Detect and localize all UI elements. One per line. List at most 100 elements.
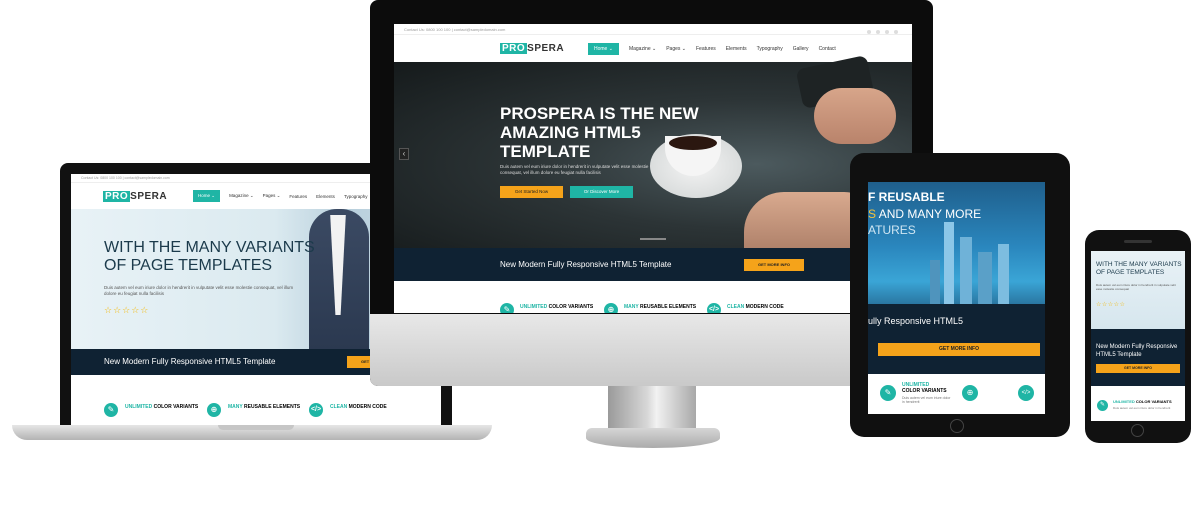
social-icon[interactable] [894,30,898,34]
feature-1-rest: COLOR VARIANTS [547,304,594,310]
logo-pro: PRO [103,191,131,202]
feature-3-accent: CLEAN [330,404,348,410]
feature-3-rest: MODERN CODE [744,304,784,310]
hero-title: WITH THE MANY VARIANTS OF PAGE TEMPLATES [104,239,315,274]
nav-elements[interactable]: Elements [316,194,335,199]
chevron-left-icon[interactable]: ‹ [399,148,409,160]
feature-2-accent: MANY [624,304,639,310]
discover-more-button[interactable]: Or Discover More [570,186,633,198]
features-row: ✎ UNLIMITED COLOR VARIANTS Duis autem ve… [1091,386,1185,421]
nav-typography[interactable]: Typography [757,46,783,52]
logo-spera: SPERA [130,191,168,202]
monitor-hero: ‹ PROSPERA IS THE NEW AMAZING HTML5 TEMP… [394,54,912,248]
top-contact-bar: Contact Us: 0800 100 100 | contact@sampl… [394,24,912,35]
crosshair-icon: ⊕ [962,385,978,401]
nav-pages-label: Pages [666,45,681,52]
nav-home-label: Home [594,45,608,52]
phone-home-button[interactable] [1131,424,1144,437]
tablet-hero: F REUSABLE S AND MANY MORE ATURES [868,182,1045,324]
feature-1-rest: COLOR VARIANTS [902,388,947,394]
get-more-info-button[interactable]: GET MORE INFO [878,343,1040,356]
nav-home[interactable]: Home ⌄ [588,42,619,55]
hero-title-line1: F REUSABLE [868,190,945,204]
nav-contact[interactable]: Contact [819,46,836,52]
nav-features[interactable]: Features [696,46,716,52]
crosshair-icon: ⊕ [604,303,618,313]
hero-title-rest: AND MANY MORE [876,207,982,221]
monitor-stand [608,386,696,434]
hero-title-line2: S AND MANY MORE [868,207,981,221]
nav-gallery[interactable]: Gallery [793,46,809,52]
get-more-info-button[interactable]: GET MORE INFO [744,259,804,271]
crosshair-icon: ⊕ [207,403,221,417]
social-icon[interactable] [867,30,871,34]
feature-1-rest: COLOR VARIANTS [152,404,199,410]
get-started-button[interactable]: Get Started Now [500,186,563,198]
feature-1-body: Duis autem vel eum iriure dolor in hendr… [902,396,951,404]
band-text: New Modern Fully Responsive HTML5 Templa… [104,357,276,366]
droplet-icon: ✎ [1097,400,1108,411]
phone-speaker [1124,240,1152,243]
hero-title: WITH THE MANY VARIANTS OF PAGE TEMPLATES [1096,261,1182,276]
tablet-screen: F REUSABLE S AND MANY MORE ATURES ully R… [868,182,1045,414]
band-text: New Modern Fully Responsive HTML5 Templa… [500,260,672,269]
features-row: ✎ UNLIMITED COLOR VARIANTS Duis autem vel… [868,374,1045,414]
social-icon[interactable] [885,30,889,34]
feature-1-title: UNLIMITED COLOR VARIANTS [1113,399,1172,404]
nav-magazine-label: Magazine [229,193,249,198]
nav-home-label: Home [198,193,211,198]
slider-indicator[interactable] [640,238,666,240]
navbar: PRO SPERA Home ⌄ Magazine ⌄ Pages ⌄ Featu… [394,35,912,62]
feature-1-title: UNLIMITED COLOR VARIANTS [902,382,947,394]
hero-body: Duis autem vel eum iriure dolor in hendr… [1096,283,1176,291]
feature-2-title: MANY REUSABLE ELEMENTS [624,304,696,310]
nav-home[interactable]: Home ⌄ [193,190,221,202]
band-text: New Modern Fully Responsive HTML5 Templa… [1096,344,1178,358]
droplet-icon: ✎ [104,403,118,417]
feature-3-title: CLEAN MODERN CODE [330,404,387,410]
hand-top-image [814,88,896,144]
hero-body: Duis autem vel eum iriure dolor in hendr… [500,164,649,175]
cta-band: ully Responsive HTML5 GET MORE INFO [868,304,1045,374]
logo-pro: PRO [500,43,528,54]
social-icon[interactable] [876,30,880,34]
feature-2-rest: REUSABLE ELEMENTS [242,404,301,410]
nav-magazine[interactable]: Magazine ⌄ [629,46,656,52]
logo-spera: SPERA [527,43,565,54]
nav-magazine[interactable]: Magazine ⌄ [229,193,254,199]
feature-1-title: UNLIMITED COLOR VARIANTS [125,404,198,410]
feature-1-accent: UNLIMITED [1113,399,1135,404]
feature-2-title: MANY REUSABLE ELEMENTS [228,404,300,410]
hero-title-line3: ATURES [868,223,916,237]
hero-title: PROSPERA IS THE NEW AMAZING HTML5 TEMPLA… [500,104,699,161]
feature-1-title: UNLIMITED COLOR VARIANTS [520,304,593,310]
feature-3-title: CLEAN MODERN CODE [727,304,784,310]
monitor-screen: Contact Us: 0800 100 100 | contact@sampl… [394,24,912,313]
logo[interactable]: PRO SPERA [500,43,564,54]
phone-screen: WITH THE MANY VARIANTS OF PAGE TEMPLATES… [1091,251,1185,421]
social-icons [862,27,898,34]
cta-band: New Modern Fully Responsive HTML5 Templa… [1091,329,1185,386]
contact-info: Contact Us: 0800 100 100 | contact@sampl… [81,176,170,180]
features-row: ✎ UNLIMITED COLOR VARIANTS ⊕ MANY REUSAB… [394,281,912,313]
feature-1-accent: UNLIMITED [520,304,548,310]
nav-pages[interactable]: Pages ⌄ [263,193,281,199]
nav-pages[interactable]: Pages ⌄ [666,46,686,52]
cta-band: New Modern Fully Responsive HTML5 Templa… [394,248,912,281]
nav-elements[interactable]: Elements [726,46,747,52]
feature-1-accent: UNLIMITED [125,404,153,410]
hero-body: Duis autem vel eum iriure dolor in hendr… [104,285,294,296]
nav-typography[interactable]: Typography [344,194,368,199]
code-icon: </> [707,303,721,313]
nav-pages-label: Pages [262,193,276,198]
feature-3-accent: CLEAN [727,304,745,310]
tablet-home-button[interactable] [950,419,964,433]
chevron-down-icon: ⌄ [211,193,216,198]
logo[interactable]: PRO SPERA [103,191,167,202]
nav-features[interactable]: Features [289,194,307,199]
get-more-info-button[interactable]: GET MORE INFO [1096,364,1180,373]
band-text: ully Responsive HTML5 [868,316,964,326]
monitor-chin [370,314,933,386]
code-icon: </> [309,403,323,417]
nav-magazine-label: Magazine [628,45,651,52]
